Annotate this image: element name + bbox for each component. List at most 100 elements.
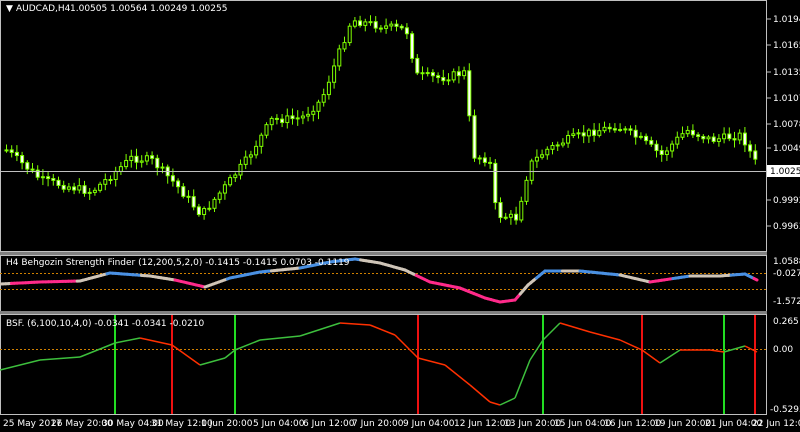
candle-body xyxy=(103,179,108,185)
candle-body xyxy=(670,143,675,152)
candle-body xyxy=(66,186,71,190)
candle-body xyxy=(118,166,123,172)
time-label: 22 Jun 12:00 xyxy=(752,419,800,429)
candle-body xyxy=(519,200,524,221)
time-label: 13 Jun 20:00 xyxy=(504,419,561,429)
candle-body xyxy=(514,213,519,221)
candle-body xyxy=(555,144,560,147)
candle-body xyxy=(217,192,222,200)
candle-body xyxy=(56,179,61,186)
candle-body xyxy=(191,196,196,208)
time-label: 16 Jun 12:00 xyxy=(604,419,661,429)
candle-body xyxy=(144,155,149,162)
candle-body xyxy=(25,162,30,170)
candle-body xyxy=(675,136,680,145)
candle-body xyxy=(498,202,503,219)
candle-body xyxy=(124,159,129,168)
price-label: 1.00497 xyxy=(773,144,800,154)
candle-body xyxy=(87,191,92,194)
candle-body xyxy=(259,134,264,147)
candle-body xyxy=(384,25,389,29)
candle-body xyxy=(649,140,654,145)
candle-body xyxy=(696,134,701,137)
candle-body xyxy=(638,135,643,138)
candle-body xyxy=(576,132,581,135)
candle-body xyxy=(347,25,352,44)
time-axis: 25 May 2017 26 May 20:00 30 May 04:00 31… xyxy=(3,419,800,429)
candle-body xyxy=(264,124,269,136)
candle-body xyxy=(451,71,456,81)
mt4-chart[interactable]: ▼ AUDCAD,H4 1.00505 1.00564 1.00249 1.00… xyxy=(0,0,800,432)
candle-body xyxy=(467,70,472,117)
candle-body xyxy=(732,138,737,141)
indicator2-axis-label: 0.00 xyxy=(773,345,793,355)
indicator2-title: BSF. (6,100,10,4,0) -0.0341 -0.0341 -0.0… xyxy=(6,319,205,329)
candle-body xyxy=(269,117,274,126)
candle-body xyxy=(644,135,649,142)
candle-body xyxy=(290,115,295,120)
candle-body xyxy=(212,198,217,209)
candle-body xyxy=(300,115,305,119)
candle-body xyxy=(321,94,326,103)
candle-body xyxy=(493,162,498,204)
candle-body xyxy=(358,20,363,26)
candle-body xyxy=(602,126,607,132)
candle-body xyxy=(415,57,420,74)
candle-body xyxy=(238,163,243,176)
chart-menu-arrow-icon[interactable]: ▼ xyxy=(6,4,13,14)
candle-body xyxy=(456,71,461,77)
candle-body xyxy=(243,156,248,165)
candle-body xyxy=(748,144,753,152)
candle-body xyxy=(139,160,144,163)
candle-body xyxy=(560,142,565,146)
candle-body xyxy=(441,77,446,82)
candle-body xyxy=(571,133,576,136)
indicator2-axis-label: 0.265 xyxy=(773,317,799,327)
candle-body xyxy=(30,168,35,171)
candle-body xyxy=(129,155,134,161)
candle-body xyxy=(51,178,56,181)
indicator1-axis-label: -0.0272 xyxy=(773,269,800,279)
candle-body xyxy=(654,143,659,152)
candle-body xyxy=(529,160,534,181)
candle-body xyxy=(9,149,14,153)
candle-body xyxy=(716,138,721,142)
candle-body xyxy=(155,157,160,169)
pane-separator[interactable] xyxy=(0,311,767,314)
candle-body xyxy=(4,149,9,152)
candle-body xyxy=(295,117,300,120)
symbol-title: AUDCAD,H4 xyxy=(16,4,71,14)
candle-body xyxy=(285,115,290,124)
candle-body xyxy=(680,133,685,138)
candle-body xyxy=(623,128,628,131)
candle-body xyxy=(550,144,555,150)
time-label: 5 Jun 04:00 xyxy=(253,419,305,429)
candle-body xyxy=(20,155,25,164)
candle-body xyxy=(612,128,617,131)
candle-body xyxy=(389,23,394,27)
pane-separator[interactable] xyxy=(0,252,767,255)
candle-body xyxy=(14,151,19,157)
candle-body xyxy=(545,148,550,156)
candle-body xyxy=(352,20,357,27)
time-label: 6 Jun 12:00 xyxy=(303,419,355,429)
candle-body xyxy=(160,166,165,169)
candle-body xyxy=(274,117,279,120)
candle-body xyxy=(196,206,201,216)
candle-body xyxy=(462,70,467,77)
candle-body xyxy=(410,33,415,59)
price-label: 0.99922 xyxy=(773,196,800,206)
candle-body xyxy=(477,157,482,160)
price-label: 1.01356 xyxy=(773,68,800,78)
candle-body xyxy=(228,177,233,186)
candle-body xyxy=(280,118,285,124)
candle-body xyxy=(92,189,97,193)
candle-body xyxy=(40,176,45,179)
candle-body xyxy=(108,178,113,181)
candle-body xyxy=(233,174,238,179)
candle-body xyxy=(113,170,118,180)
candle-body xyxy=(82,185,87,194)
indicator2-axis-label: -0.5293 xyxy=(770,405,800,415)
candle-body xyxy=(659,150,664,155)
ohlc-values: 1.00505 1.00564 1.00249 1.00255 xyxy=(70,4,227,14)
